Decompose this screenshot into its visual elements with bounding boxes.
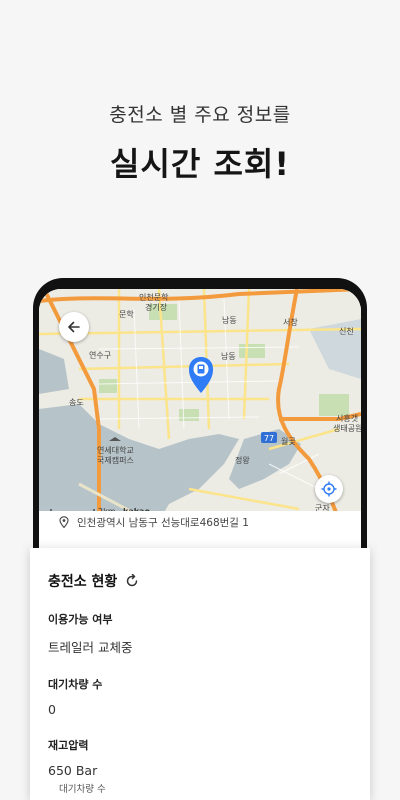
svg-text:경기장: 경기장 [145, 302, 168, 312]
waiting-vehicles-value: 0 [48, 702, 56, 717]
map-label-namdong-mid: 남동 [221, 352, 236, 361]
map-label-wolgot: 월곶 [281, 436, 296, 446]
svg-text:국제캠퍼스: 국제캠퍼스 [97, 455, 134, 465]
stock-pressure-value: 650 Bar [48, 763, 98, 778]
stock-pressure-label: 재고압력 [48, 739, 89, 752]
map-label-sincheon: 신천 [339, 326, 354, 336]
refresh-button[interactable] [125, 574, 139, 588]
stock-pressure-field: 재고압력 650 Bar [48, 737, 352, 778]
current-location-button[interactable] [315, 475, 343, 503]
map-label-munhak-short: 문학 [119, 309, 134, 319]
map-label-siheung: 시흥갯 [336, 413, 358, 423]
map-label-songdo: 송도 [69, 398, 84, 407]
headline-subtitle: 충전소 별 주요 정보를 [109, 104, 291, 126]
card-header: 충전소 현황 [48, 571, 352, 591]
map-label-jeongwang: 정왕 [235, 455, 250, 465]
waiting-vehicles-label: 대기차량 수 [48, 678, 103, 691]
headline-title: 실시간 조회! [110, 145, 290, 183]
waiting-vehicles-field: 대기차량 수 0 [48, 676, 352, 717]
background-field-peek: 대기차량 수 [59, 784, 106, 795]
availability-label: 이용가능 여부 [48, 613, 113, 626]
svg-text:생태공원: 생태공원 [333, 423, 361, 433]
arrow-left-icon [68, 321, 80, 333]
map-label-munhak: 인천문학 [139, 292, 169, 302]
refresh-icon [127, 574, 138, 587]
route-77-icon: 77 [261, 432, 277, 443]
map-label-seochang: 서창 [283, 318, 298, 327]
map-label-yeonsugu: 연수구 [89, 351, 111, 360]
address-row: 인천광역시 남동구 선능대로468번길 1 [39, 511, 361, 533]
card-title: 충전소 현황 [48, 574, 118, 590]
location-pin-icon [59, 516, 69, 528]
svg-text:77: 77 [264, 434, 274, 443]
crosshair-icon [321, 481, 337, 497]
map-label-yonsei: 연세대학교 [97, 445, 134, 455]
availability-field: 이용가능 여부 트레일러 교체중 [48, 611, 352, 656]
map-label-namdong-top: 남동 [222, 316, 237, 325]
headline: 충전소 별 주요 정보를 실시간 조회! [0, 100, 400, 185]
availability-value: 트레일러 교체중 [48, 640, 133, 655]
map-view[interactable]: 77 인천문학 경기장 문학 남동 서창 신천 연수구 남동 송도 연세대학교 … [39, 289, 361, 521]
station-status-card: 충전소 현황 이용가능 여부 트레일러 교체중 대기차량 수 0 재고압력 65… [30, 548, 370, 800]
back-button[interactable] [59, 312, 89, 342]
address-text: 인천광역시 남동구 선능대로468번길 1 [77, 516, 249, 529]
